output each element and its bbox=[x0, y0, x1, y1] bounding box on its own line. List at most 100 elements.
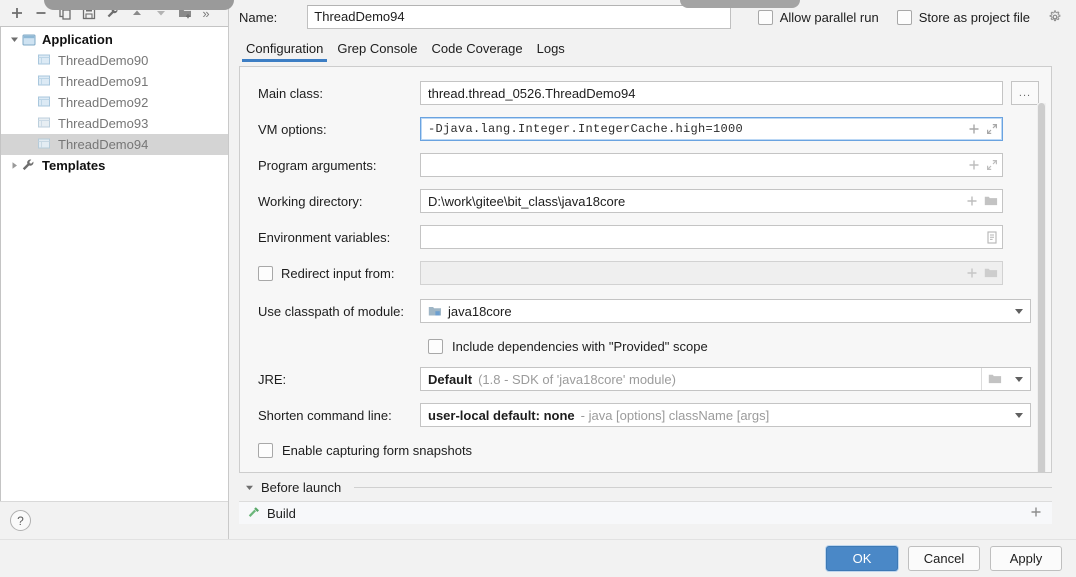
form-snapshots-checkbox[interactable]: Enable capturing form snapshots bbox=[258, 442, 472, 458]
dialog-footer: OK Cancel Apply bbox=[0, 539, 1076, 577]
chevron-down-icon[interactable] bbox=[7, 33, 21, 47]
tree-node-threaddemo91[interactable]: ThreadDemo91 bbox=[1, 71, 228, 92]
allow-parallel-run-checkbox[interactable]: Allow parallel run bbox=[757, 9, 879, 25]
main-class-value: thread.thread_0526.ThreadDemo94 bbox=[428, 85, 636, 101]
add-configuration-button[interactable] bbox=[6, 2, 28, 24]
tab-bar: Configuration Grep Console Code Coverage… bbox=[229, 34, 1076, 62]
insert-macro-icon[interactable] bbox=[968, 123, 980, 135]
expand-editor-icon[interactable] bbox=[986, 123, 998, 135]
apply-button[interactable]: Apply bbox=[990, 546, 1062, 571]
configuration-editor-pane: Name: ThreadDemo94 Allow parallel run St… bbox=[229, 0, 1076, 539]
insert-macro-icon[interactable] bbox=[966, 267, 978, 279]
shorten-command-line-hint: - java [options] className [args] bbox=[580, 407, 770, 423]
tree-node-label: ThreadDemo90 bbox=[58, 53, 149, 68]
checkbox-box[interactable] bbox=[757, 9, 773, 25]
vm-options-label: VM options: bbox=[258, 121, 327, 137]
environment-variables-input[interactable] bbox=[420, 225, 1003, 249]
include-provided-checkbox[interactable]: Include dependencies with "Provided" sco… bbox=[428, 338, 708, 354]
insert-macro-icon[interactable] bbox=[968, 159, 980, 171]
main-class-input[interactable]: thread.thread_0526.ThreadDemo94 bbox=[420, 81, 1003, 105]
form-snapshots-row: Enable capturing form snapshots bbox=[250, 437, 1039, 463]
run-debug-configurations-dialog: » Application ThreadDemo90 ThreadDemo91 … bbox=[0, 0, 1076, 577]
redirect-input-field[interactable] bbox=[420, 261, 1003, 285]
store-as-project-file-checkbox[interactable]: Store as project file bbox=[896, 9, 1030, 25]
allow-parallel-run-label: Allow parallel run bbox=[779, 9, 879, 25]
chevron-right-icon[interactable] bbox=[7, 159, 21, 173]
before-launch-section: Before launch Build bbox=[239, 473, 1052, 524]
folder-browse-icon[interactable] bbox=[984, 195, 998, 207]
jre-hint: (1.8 - SDK of 'java18core' module) bbox=[478, 371, 676, 387]
vm-options-input[interactable]: -Djava.lang.Integer.IntegerCache.high=10… bbox=[420, 117, 1003, 141]
working-directory-value: D:\work\gitee\bit_class\java18core bbox=[428, 193, 626, 209]
checkbox-box[interactable] bbox=[896, 9, 912, 25]
main-class-browse-button[interactable]: ... bbox=[1011, 81, 1039, 105]
include-provided-label: Include dependencies with "Provided" sco… bbox=[452, 338, 708, 354]
add-before-launch-task-button[interactable] bbox=[1030, 506, 1042, 521]
tree-node-label: ThreadDemo92 bbox=[58, 95, 149, 110]
run-config-icon bbox=[37, 53, 53, 69]
shorten-command-line-dropdown-arrow[interactable] bbox=[1008, 404, 1030, 426]
classpath-module-combo[interactable]: java18core bbox=[420, 299, 1031, 323]
redirect-input-checkbox[interactable]: Redirect input from: bbox=[250, 265, 420, 281]
working-directory-row: Working directory: D:\work\gitee\bit_cla… bbox=[250, 187, 1039, 215]
tab-configuration[interactable]: Configuration bbox=[239, 41, 330, 62]
expand-editor-icon[interactable] bbox=[986, 159, 998, 171]
configuration-form: Main class: thread.thread_0526.ThreadDem… bbox=[239, 66, 1052, 473]
tree-node-application[interactable]: Application bbox=[1, 29, 228, 50]
main-class-row: Main class: thread.thread_0526.ThreadDem… bbox=[250, 79, 1039, 107]
configurations-pane: » Application ThreadDemo90 ThreadDemo91 … bbox=[0, 0, 229, 539]
include-provided-row: Include dependencies with "Provided" sco… bbox=[250, 333, 1039, 359]
classpath-module-dropdown-arrow[interactable] bbox=[1008, 300, 1030, 322]
tree-node-templates[interactable]: Templates bbox=[1, 155, 228, 176]
program-arguments-input[interactable] bbox=[420, 153, 1003, 177]
before-launch-list[interactable]: Build bbox=[239, 501, 1052, 524]
before-launch-header[interactable]: Before launch bbox=[239, 473, 1052, 501]
jre-combo[interactable]: Default (1.8 - SDK of 'java18core' modul… bbox=[420, 367, 1031, 391]
cancel-button[interactable]: Cancel bbox=[908, 546, 980, 571]
checkbox-box[interactable] bbox=[258, 442, 273, 458]
working-directory-label: Working directory: bbox=[258, 193, 363, 209]
tree-node-threaddemo92[interactable]: ThreadDemo92 bbox=[1, 92, 228, 113]
run-config-icon bbox=[37, 116, 53, 132]
working-directory-input[interactable]: D:\work\gitee\bit_class\java18core bbox=[420, 189, 1003, 213]
insert-macro-icon[interactable] bbox=[966, 195, 978, 207]
redirect-input-label: Redirect input from: bbox=[281, 265, 395, 281]
checkbox-box[interactable] bbox=[428, 338, 443, 354]
before-launch-title: Before launch bbox=[261, 479, 342, 495]
checkbox-box[interactable] bbox=[258, 265, 273, 281]
environment-variables-label: Environment variables: bbox=[258, 229, 391, 245]
tab-code-coverage[interactable]: Code Coverage bbox=[425, 41, 530, 62]
vm-options-row: VM options: -Djava.lang.Integer.IntegerC… bbox=[250, 115, 1039, 143]
tree-node-label: Templates bbox=[42, 158, 106, 173]
ok-button[interactable]: OK bbox=[826, 546, 898, 571]
main-class-label: Main class: bbox=[258, 85, 324, 101]
tab-grep-console[interactable]: Grep Console bbox=[330, 41, 424, 62]
jre-browse-icon[interactable] bbox=[981, 368, 1008, 390]
name-input[interactable]: ThreadDemo94 bbox=[307, 5, 732, 29]
store-as-project-file-label: Store as project file bbox=[918, 9, 1030, 25]
classpath-module-row: Use classpath of module: java18core bbox=[250, 297, 1039, 325]
dialog-body: » Application ThreadDemo90 ThreadDemo91 … bbox=[0, 0, 1076, 539]
classpath-module-value: java18core bbox=[448, 303, 512, 319]
shorten-command-line-combo[interactable]: user-local default: none - java [options… bbox=[420, 403, 1031, 427]
gear-icon[interactable] bbox=[1048, 10, 1062, 24]
name-row: Name: ThreadDemo94 Allow parallel run St… bbox=[229, 0, 1076, 34]
program-arguments-row: Program arguments: bbox=[250, 151, 1039, 179]
tree-node-threaddemo93[interactable]: ThreadDemo93 bbox=[1, 113, 228, 134]
application-icon bbox=[21, 32, 37, 48]
tree-node-threaddemo90[interactable]: ThreadDemo90 bbox=[1, 50, 228, 71]
help-button[interactable]: ? bbox=[10, 510, 31, 531]
tree-node-threaddemo94[interactable]: ThreadDemo94 bbox=[1, 134, 228, 155]
edit-list-icon[interactable] bbox=[986, 230, 998, 244]
form-scrollbar[interactable] bbox=[1037, 103, 1046, 472]
folder-browse-icon[interactable] bbox=[984, 267, 998, 279]
form-scrollbar-thumb[interactable] bbox=[1038, 103, 1045, 472]
jre-dropdown-arrow[interactable] bbox=[1008, 368, 1030, 390]
chevron-down-icon[interactable] bbox=[245, 483, 254, 492]
jre-label: JRE: bbox=[258, 371, 287, 387]
run-config-icon bbox=[37, 95, 53, 111]
configurations-tree[interactable]: Application ThreadDemo90 ThreadDemo91 Th… bbox=[0, 26, 228, 501]
name-label: Name: bbox=[239, 9, 278, 25]
window-titlebar-remnant-right bbox=[680, 0, 800, 8]
tab-logs[interactable]: Logs bbox=[530, 41, 572, 62]
